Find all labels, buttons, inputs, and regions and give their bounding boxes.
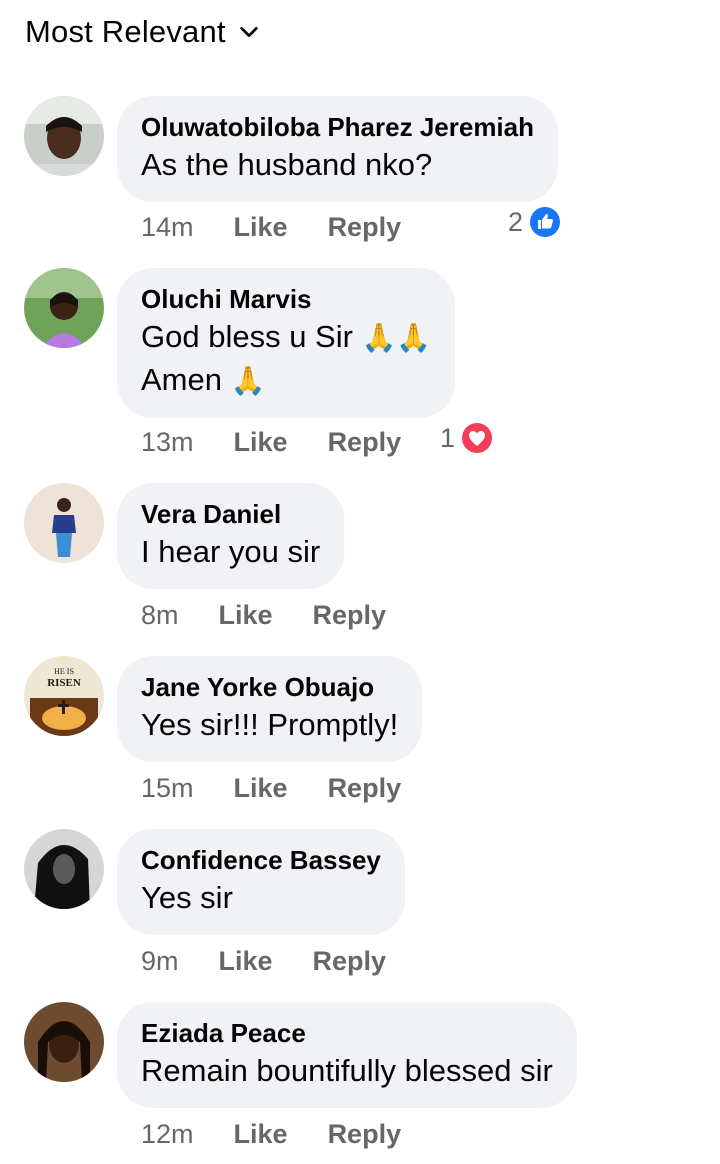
like-button[interactable]: Like — [234, 773, 288, 804]
comment-author[interactable]: Oluwatobiloba Pharez Jeremiah — [141, 110, 534, 144]
reaction-count: 2 — [508, 206, 524, 237]
reply-button[interactable]: Reply — [328, 212, 402, 243]
comment-actions: 8m Like Reply — [141, 600, 386, 631]
comment-author[interactable]: Oluchi Marvis — [141, 282, 431, 316]
reaction-count: 1 — [440, 422, 456, 453]
comment-text: Remain bountifully blessed sir — [141, 1053, 553, 1088]
reaction-summary[interactable]: 2 — [508, 206, 561, 238]
comment-time[interactable]: 9m — [141, 946, 179, 977]
avatar[interactable] — [24, 829, 104, 909]
comment-bubble[interactable]: Oluwatobiloba Pharez Jeremiah As the hus… — [117, 96, 558, 202]
like-button[interactable]: Like — [234, 427, 288, 458]
like-reaction-icon — [530, 207, 561, 237]
avatar[interactable] — [24, 1002, 104, 1082]
comment-actions: 14m Like Reply — [141, 212, 401, 243]
sort-dropdown[interactable]: Most Relevant — [25, 14, 260, 50]
comment-text: Amen — [141, 362, 222, 397]
avatar[interactable] — [24, 483, 104, 563]
comment-time[interactable]: 8m — [141, 600, 179, 631]
avatar-text: RISEN — [47, 677, 81, 689]
comment-text-line: Amen 🙏 — [141, 359, 431, 402]
pray-emoji: 🙏🙏 — [361, 322, 432, 353]
comment-text-line: God bless u Sir 🙏🙏 — [141, 316, 431, 359]
comment-text: As the husband nko? — [141, 147, 433, 182]
comment-time[interactable]: 15m — [141, 773, 194, 804]
comment-bubble[interactable]: Eziada Peace Remain bountifully blessed … — [117, 1002, 577, 1108]
comment-text: God bless u Sir — [141, 319, 353, 354]
comment-actions: 12m Like Reply — [141, 1119, 401, 1150]
comment-actions: 15m Like Reply — [141, 773, 401, 804]
reaction-summary[interactable]: 1 — [440, 422, 493, 454]
reply-button[interactable]: Reply — [313, 946, 387, 977]
avatar[interactable] — [24, 268, 104, 348]
comment-bubble[interactable]: Oluchi Marvis God bless u Sir 🙏🙏 Amen 🙏 — [117, 268, 456, 418]
sort-label: Most Relevant — [25, 14, 226, 49]
comment-text: Yes sir!!! Promptly! — [141, 707, 399, 742]
comment-text: Yes sir — [141, 880, 233, 915]
comment-author[interactable]: Confidence Bassey — [141, 843, 381, 877]
reply-button[interactable]: Reply — [313, 600, 387, 631]
chevron-down-icon — [240, 26, 258, 38]
comment-author[interactable]: Jane Yorke Obuajo — [141, 670, 398, 704]
like-button[interactable]: Like — [234, 212, 288, 243]
love-reaction-icon — [462, 423, 493, 453]
reply-button[interactable]: Reply — [328, 773, 402, 804]
comment-time[interactable]: 14m — [141, 212, 194, 243]
avatar-text: HE IS — [54, 667, 74, 676]
comment-bubble[interactable]: Confidence Bassey Yes sir — [117, 829, 405, 935]
comment-actions: 9m Like Reply — [141, 946, 386, 977]
comment-bubble[interactable]: Jane Yorke Obuajo Yes sir!!! Promptly! — [117, 656, 423, 762]
comment-text: I hear you sir — [141, 534, 321, 569]
avatar[interactable]: HE IS RISEN — [24, 656, 104, 736]
like-button[interactable]: Like — [219, 600, 273, 631]
comment-actions: 13m Like Reply — [141, 427, 401, 458]
comment-author[interactable]: Eziada Peace — [141, 1016, 553, 1050]
reply-button[interactable]: Reply — [328, 1119, 402, 1150]
comment-author[interactable]: Vera Daniel — [141, 497, 320, 531]
pray-emoji: 🙏 — [230, 365, 266, 396]
reply-button[interactable]: Reply — [328, 427, 402, 458]
comment-time[interactable]: 12m — [141, 1119, 194, 1150]
comment-time[interactable]: 13m — [141, 427, 194, 458]
comment-bubble[interactable]: Vera Daniel I hear you sir — [117, 483, 345, 589]
like-button[interactable]: Like — [219, 946, 273, 977]
avatar[interactable] — [24, 96, 104, 176]
like-button[interactable]: Like — [234, 1119, 288, 1150]
